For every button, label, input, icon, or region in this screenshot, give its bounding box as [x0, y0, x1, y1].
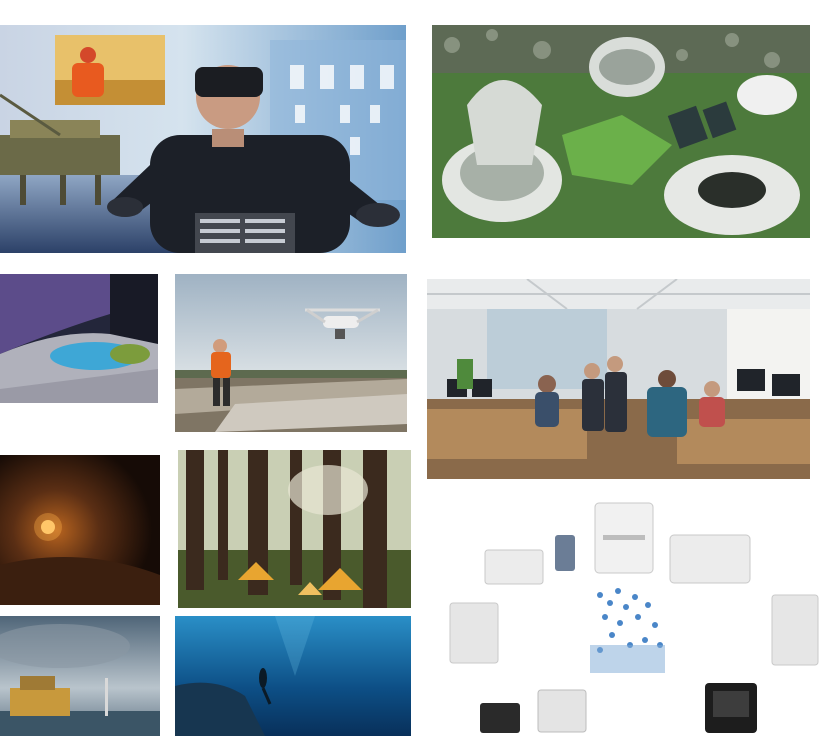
photo-cave: [0, 455, 160, 605]
photo-vr-offshore: [0, 25, 406, 253]
photo-portable-kits: [440, 495, 823, 736]
photo-diver: [175, 616, 411, 736]
collage-page: { "header": { "title_fragment": "" }, "t…: [0, 0, 823, 736]
photo-forest-camp: [178, 450, 411, 608]
photo-drone-survey: [175, 274, 407, 432]
collage-title-strip: [0, 0, 823, 16]
photo-control-room: [427, 279, 810, 479]
photo-lunar-habitat: [432, 25, 810, 238]
photo-immersive-room: [0, 274, 158, 403]
photo-offshore-rig: [0, 616, 160, 736]
